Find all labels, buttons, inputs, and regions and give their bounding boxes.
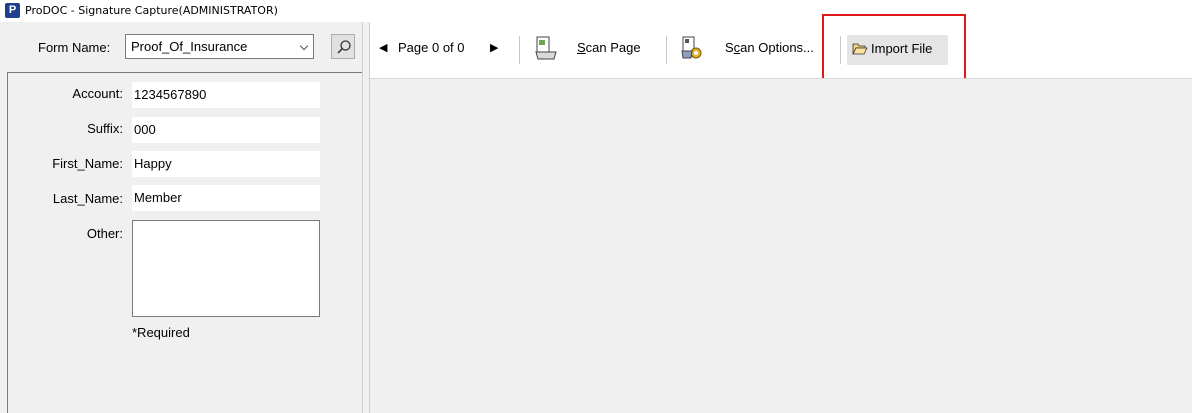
account-label: Account: xyxy=(72,86,123,101)
form-name-label: Form Name: xyxy=(38,40,111,55)
form-name-select[interactable]: Proof_Of_Insurance xyxy=(125,34,314,59)
title-bar: P ProDOC - Signature Capture(ADMINISTRAT… xyxy=(0,0,1192,22)
highlight-box xyxy=(822,14,966,82)
previous-page-icon[interactable]: ◀ xyxy=(379,37,387,63)
form-name-value: Proof_Of_Insurance xyxy=(131,39,248,54)
other-field[interactable] xyxy=(132,220,320,317)
toolbar-separator xyxy=(666,36,667,64)
account-field[interactable]: 1234567890 xyxy=(132,82,320,108)
scan-options-label-start: S xyxy=(725,40,734,55)
chevron-down-icon xyxy=(299,41,309,51)
document-view xyxy=(370,78,1192,413)
suffix-field[interactable]: 000 xyxy=(132,117,320,143)
search-icon xyxy=(337,40,351,54)
scan-options-label-rest: an Options... xyxy=(740,40,814,55)
panel-splitter[interactable] xyxy=(362,22,370,413)
page-indicator: Page 0 of 0 xyxy=(398,40,465,55)
toolbar-separator xyxy=(519,36,520,64)
first-name-label: First_Name: xyxy=(52,156,123,171)
app-logo-icon: P xyxy=(5,3,20,18)
required-note: *Required xyxy=(132,325,190,340)
other-label: Other: xyxy=(86,226,123,241)
scan-page-mnemonic: S xyxy=(577,40,586,55)
fields-panel: Account: 1234567890 Suffix: 000 First_Na… xyxy=(7,72,362,413)
scan-page-button[interactable]: Scan Page xyxy=(577,37,641,63)
window-title: ProDOC - Signature Capture(ADMINISTRATOR… xyxy=(25,4,278,17)
search-button[interactable] xyxy=(331,34,355,59)
last-name-label: Last_Name: xyxy=(52,191,123,206)
scan-options-button[interactable]: Scan Options... xyxy=(725,37,814,63)
suffix-label: Suffix: xyxy=(87,121,123,136)
first-name-field[interactable]: Happy xyxy=(132,151,320,177)
last-name-field[interactable]: Member xyxy=(132,185,320,211)
scan-page-label-rest: can Page xyxy=(585,40,641,55)
scan-page-icon[interactable] xyxy=(535,35,557,61)
scan-options-icon[interactable] xyxy=(680,35,704,61)
left-panel: Form Name: Proof_Of_Insurance Account: 1… xyxy=(0,22,362,413)
next-page-icon[interactable]: ▶ xyxy=(490,37,498,63)
toolbar: ◀ Page 0 of 0 ▶ Scan Page Scan Options..… xyxy=(370,14,1192,82)
